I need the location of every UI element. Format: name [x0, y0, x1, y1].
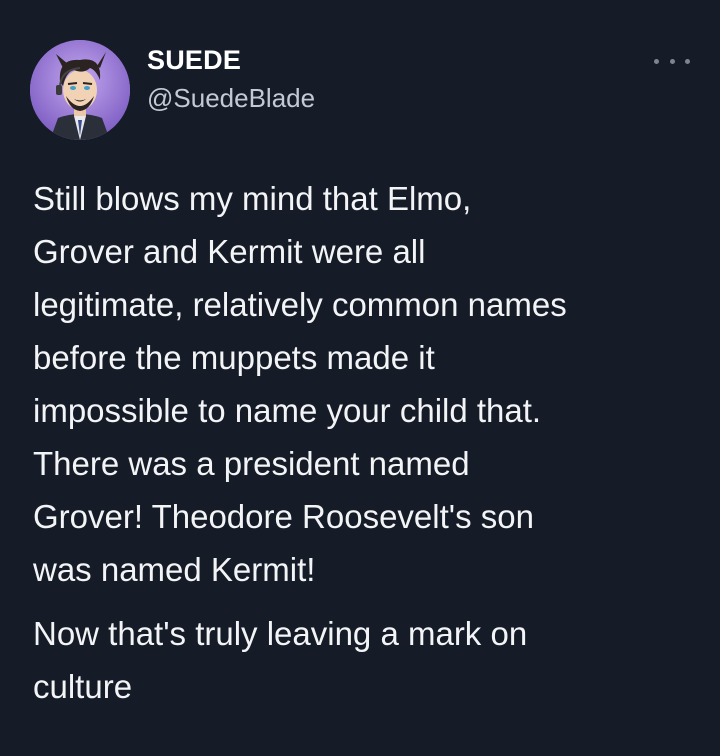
- tweet-paragraph: Still blows my mind that Elmo, Grover an…: [33, 172, 698, 596]
- more-dot-icon: [685, 58, 690, 64]
- tweet-line: was named Kermit!: [33, 551, 316, 588]
- tweet-line: culture: [33, 668, 133, 705]
- tweet-card: SUEDE @SuedeBlade Still blows my mind th…: [0, 0, 720, 756]
- author-avatar[interactable]: [30, 40, 130, 140]
- author-handle[interactable]: @SuedeBlade: [147, 83, 315, 114]
- tweet-line: Still blows my mind that Elmo,: [33, 180, 472, 217]
- more-dot-icon: [654, 58, 659, 64]
- tweet-line: legitimate, relatively common names: [33, 286, 567, 323]
- tweet-line: There was a president named: [33, 445, 470, 482]
- tweet-paragraph: Now that's truly leaving a mark on cultu…: [33, 607, 698, 713]
- tweet-line: Grover and Kermit were all: [33, 233, 426, 270]
- avatar-cartoon-man-icon: [30, 40, 130, 140]
- tweet-line: Now that's truly leaving a mark on: [33, 615, 528, 652]
- more-options-button[interactable]: [654, 52, 690, 70]
- tweet-line: impossible to name your child that.: [33, 392, 542, 429]
- more-dot-icon: [669, 58, 675, 64]
- tweet-line: Grover! Theodore Roosevelt's son: [33, 498, 534, 535]
- tweet-text: Still blows my mind that Elmo, Grover an…: [33, 172, 698, 713]
- tweet-line: before the muppets made it: [33, 339, 435, 376]
- author-display-name[interactable]: SUEDE: [147, 45, 241, 76]
